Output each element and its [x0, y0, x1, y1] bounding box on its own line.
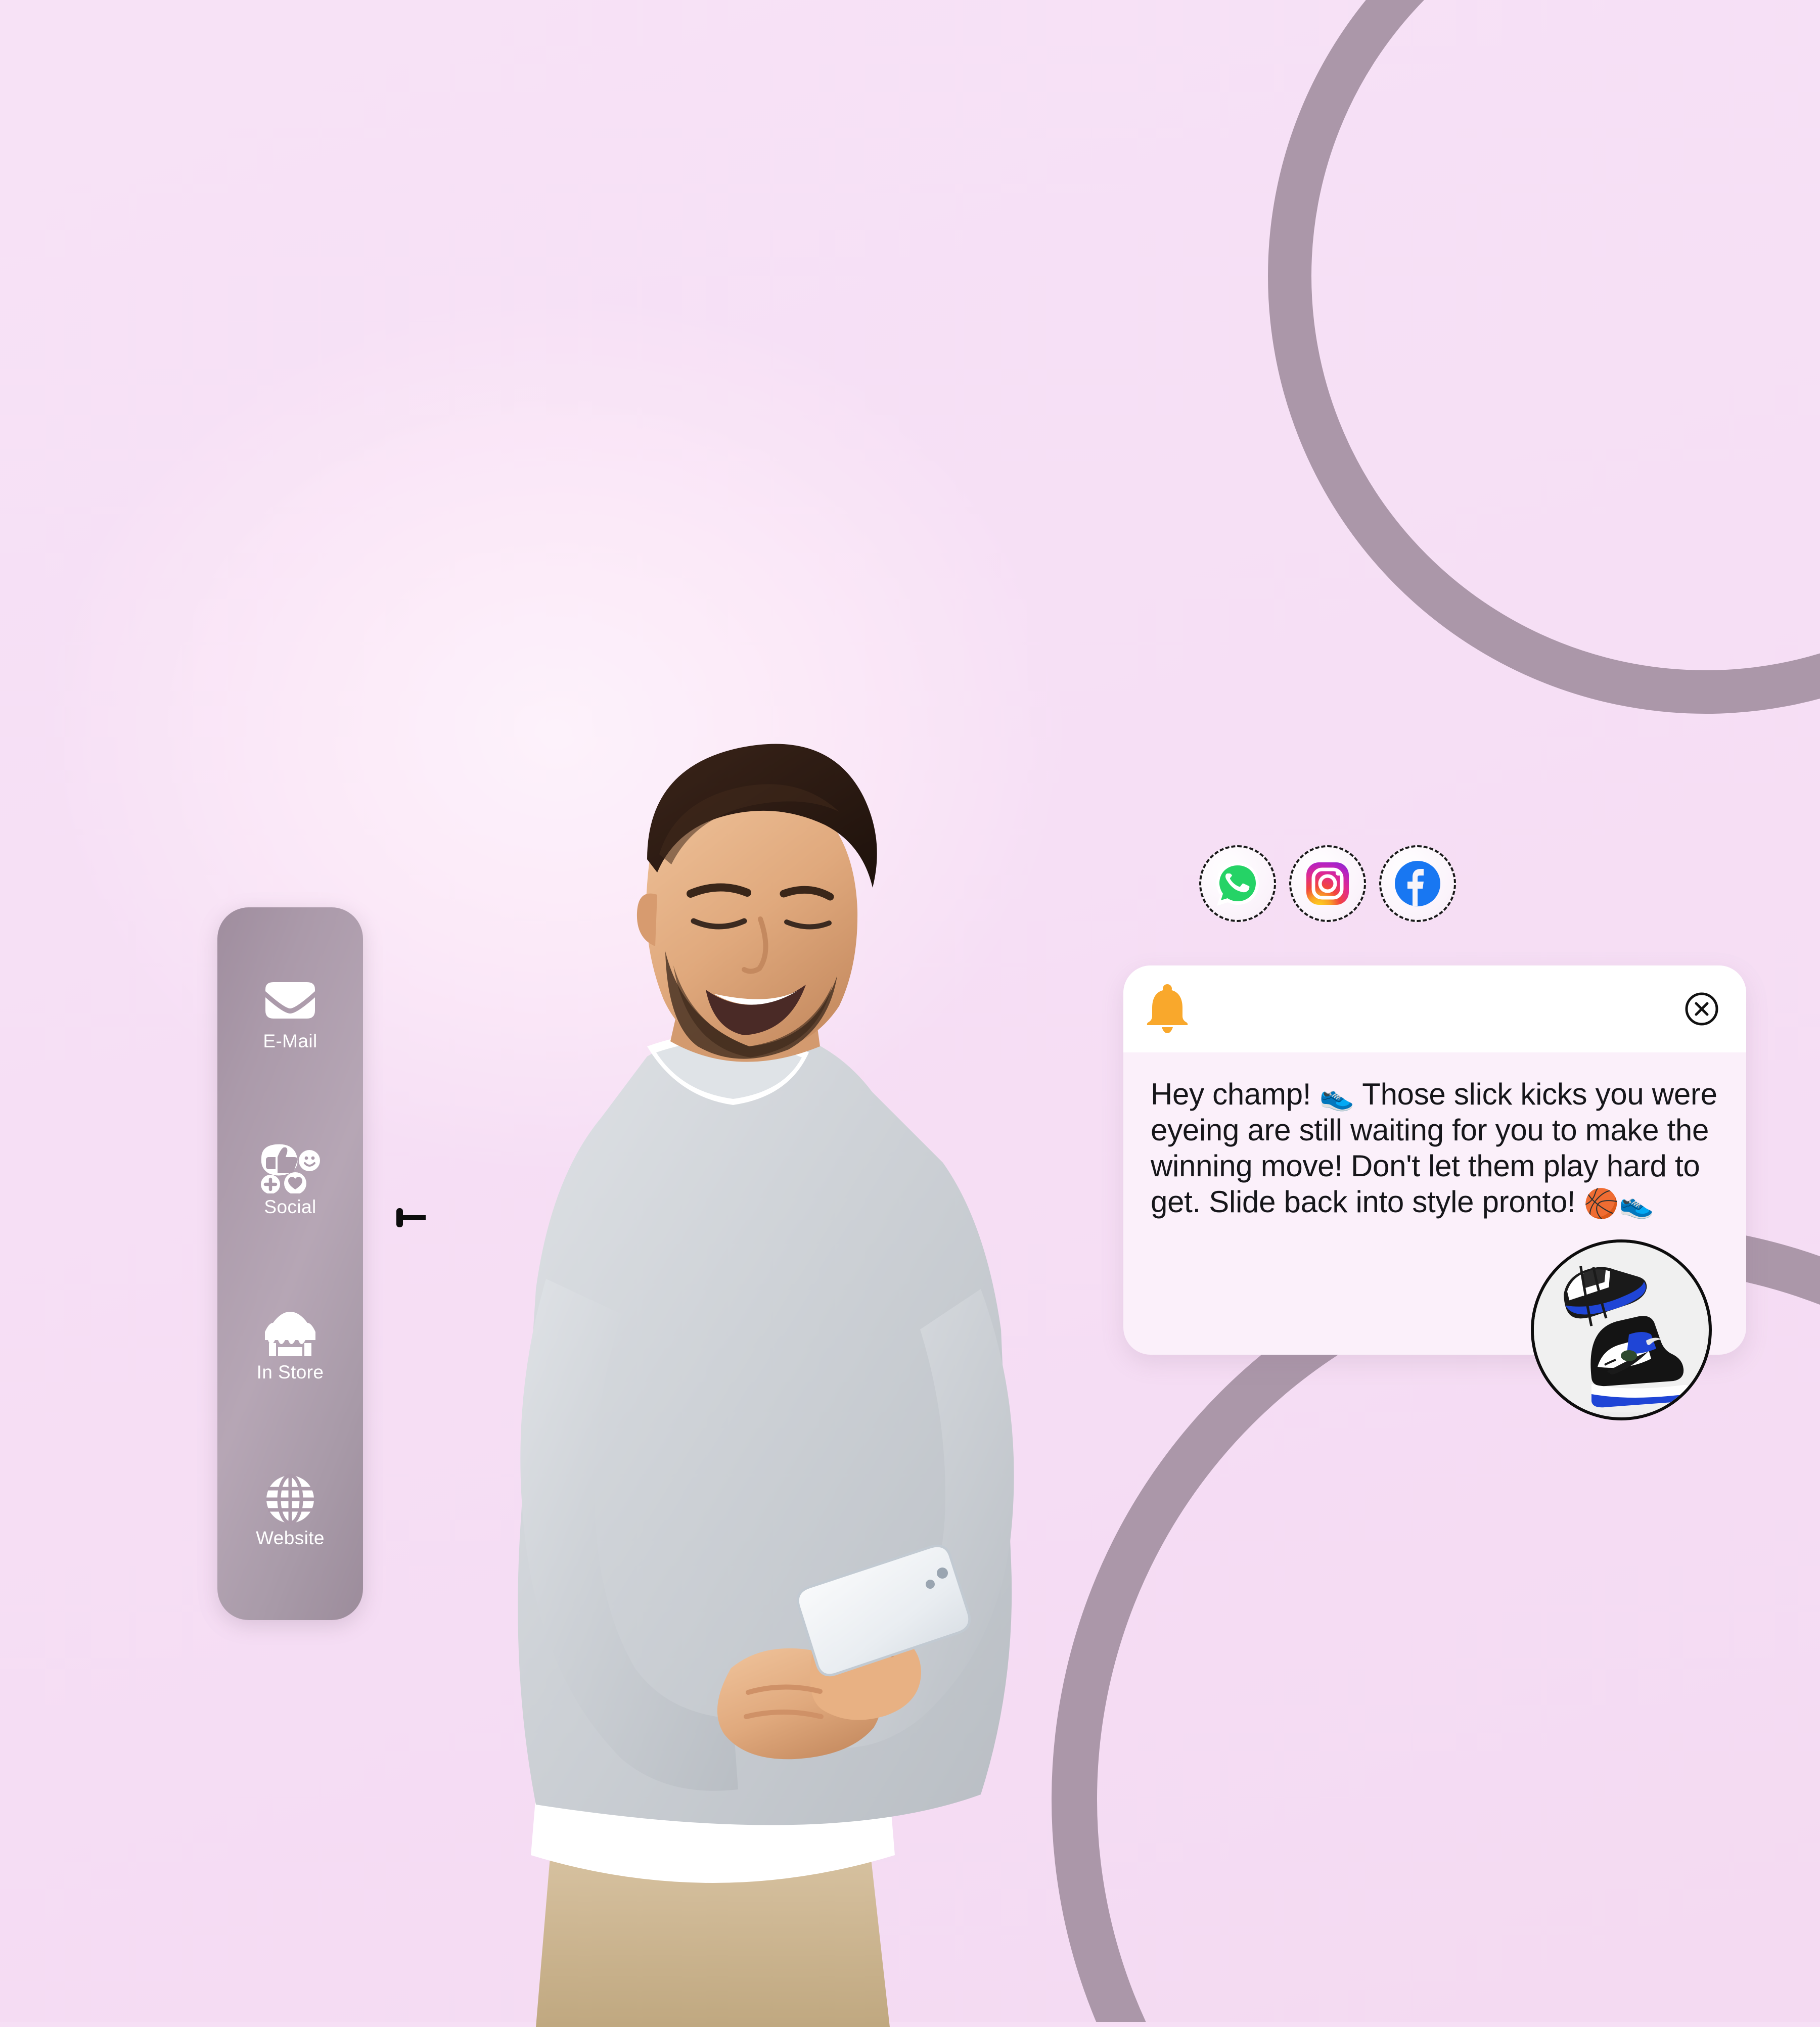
rail-item-label: E-Mail: [263, 1031, 317, 1052]
notification-body: Hey champ! 👟 Those slick kicks you were …: [1123, 1052, 1746, 1220]
basketball-emoji: 🏀: [1583, 1187, 1619, 1219]
marketing-channel-rail[interactable]: E-Mail Social In Store Website: [217, 907, 363, 1620]
facebook-icon: [1395, 861, 1440, 906]
bell-icon: [1145, 984, 1190, 1037]
instagram-chip[interactable]: [1289, 845, 1366, 922]
envelope-icon: [257, 976, 324, 1029]
rail-item-email[interactable]: E-Mail: [217, 976, 363, 1050]
man-using-smartphone-photo: [384, 693, 1143, 2027]
notification-header: [1123, 965, 1746, 1052]
facebook-chip[interactable]: [1379, 845, 1456, 922]
social-channel-chips: [1199, 845, 1456, 922]
social-reactions-icon: [257, 1142, 324, 1194]
instagram-icon: [1306, 862, 1349, 905]
rail-item-in-store[interactable]: In Store: [217, 1307, 363, 1381]
sneaker-emoji-2: 👟: [1619, 1187, 1654, 1219]
whatsapp-chip[interactable]: [1199, 845, 1276, 922]
rail-item-label: In Store: [256, 1362, 324, 1383]
notification-message: Hey champ! 👟 Those slick kicks you were …: [1151, 1077, 1719, 1220]
rail-item-social[interactable]: Social: [217, 1142, 363, 1216]
message-part-1: Hey champ!: [1151, 1077, 1320, 1111]
decorative-arc-top-right: [1268, 0, 1820, 714]
globe-icon: [257, 1473, 324, 1526]
sneaker-product-thumbnail[interactable]: [1531, 1239, 1712, 1420]
rail-pointer-tick: [395, 1207, 426, 1228]
sneaker-emoji: 👟: [1319, 1080, 1355, 1112]
rail-item-label: Social: [264, 1196, 316, 1217]
storefront-icon: [257, 1307, 324, 1360]
rail-item-label: Website: [256, 1527, 325, 1548]
close-icon[interactable]: [1684, 991, 1720, 1027]
whatsapp-icon: [1216, 862, 1259, 906]
rail-item-website[interactable]: Website: [217, 1473, 363, 1547]
